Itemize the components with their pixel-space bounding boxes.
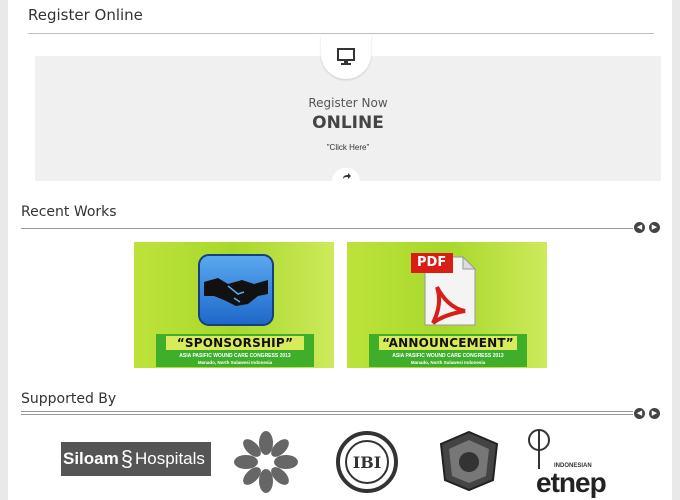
siloam-text: Siloam: [63, 449, 119, 468]
government-seal-logo[interactable]: [432, 428, 506, 494]
work-card-announcement[interactable]: PDF “ANNOUNCEMENT” ASIA PASIFIC WOUND CA…: [347, 242, 547, 368]
card-title: “SPONSORSHIP”: [166, 336, 304, 350]
prev-arrow-button[interactable]: ◀: [634, 408, 645, 419]
page-content: Register Online Register Now ONLINE "Cli…: [8, 0, 672, 500]
ibi-text: IBI: [352, 452, 382, 472]
register-now-text: Register Now: [308, 96, 388, 110]
siloam-hospitals-logo[interactable]: Siloam § Hospitals: [60, 428, 212, 490]
flower-emblem-icon: [234, 431, 298, 493]
share-arrow-icon: [342, 173, 351, 179]
card-subtitle: ASIA PASIFIC WOUND CARE CONGRESS 2013: [179, 353, 291, 359]
pdf-label: PDF: [417, 255, 447, 270]
card-banner: “ANNOUNCEMENT” ASIA PASIFIC WOUND CARE C…: [369, 334, 527, 367]
seal-emblem-icon: [439, 430, 499, 492]
handshake-icon: [198, 254, 274, 326]
divider: [21, 414, 633, 415]
next-arrow-button[interactable]: ▶: [649, 222, 660, 233]
ibi-logo[interactable]: IBI: [330, 428, 404, 496]
divider: [28, 33, 654, 34]
etnep-logo[interactable]: INDONESIAN etnep: [524, 428, 612, 498]
next-arrow-button[interactable]: ▶: [649, 408, 660, 419]
card-banner: “SPONSORSHIP” ASIA PASIFIC WOUND CARE CO…: [156, 334, 314, 367]
work-card-sponsorship[interactable]: “SPONSORSHIP” ASIA PASIFIC WOUND CARE CO…: [134, 242, 334, 368]
flower-logo[interactable]: [226, 428, 306, 496]
prev-arrow-button[interactable]: ◀: [634, 222, 645, 233]
supported-by-heading: Supported By: [21, 391, 117, 407]
etnep-text: etnep: [536, 467, 607, 498]
register-online-heading: Register Online: [28, 6, 143, 24]
monitor-icon: [337, 48, 355, 65]
hospitals-text: Hospitals: [135, 449, 205, 468]
card-location: Manado, North Sulawesi Indonesia: [410, 360, 486, 365]
card-title: “ANNOUNCEMENT”: [379, 336, 517, 350]
divider: [21, 228, 633, 229]
siloam-symbol: §: [120, 446, 133, 471]
recent-works-heading: Recent Works: [21, 204, 117, 220]
online-text: ONLINE: [312, 113, 384, 133]
card-subtitle: ASIA PASIFIC WOUND CARE CONGRESS 2013: [392, 353, 504, 359]
click-here-link[interactable]: "Click Here": [35, 143, 661, 152]
divider: [21, 411, 633, 412]
card-location: Manado, North Sulawesi Indonesia: [197, 360, 273, 365]
